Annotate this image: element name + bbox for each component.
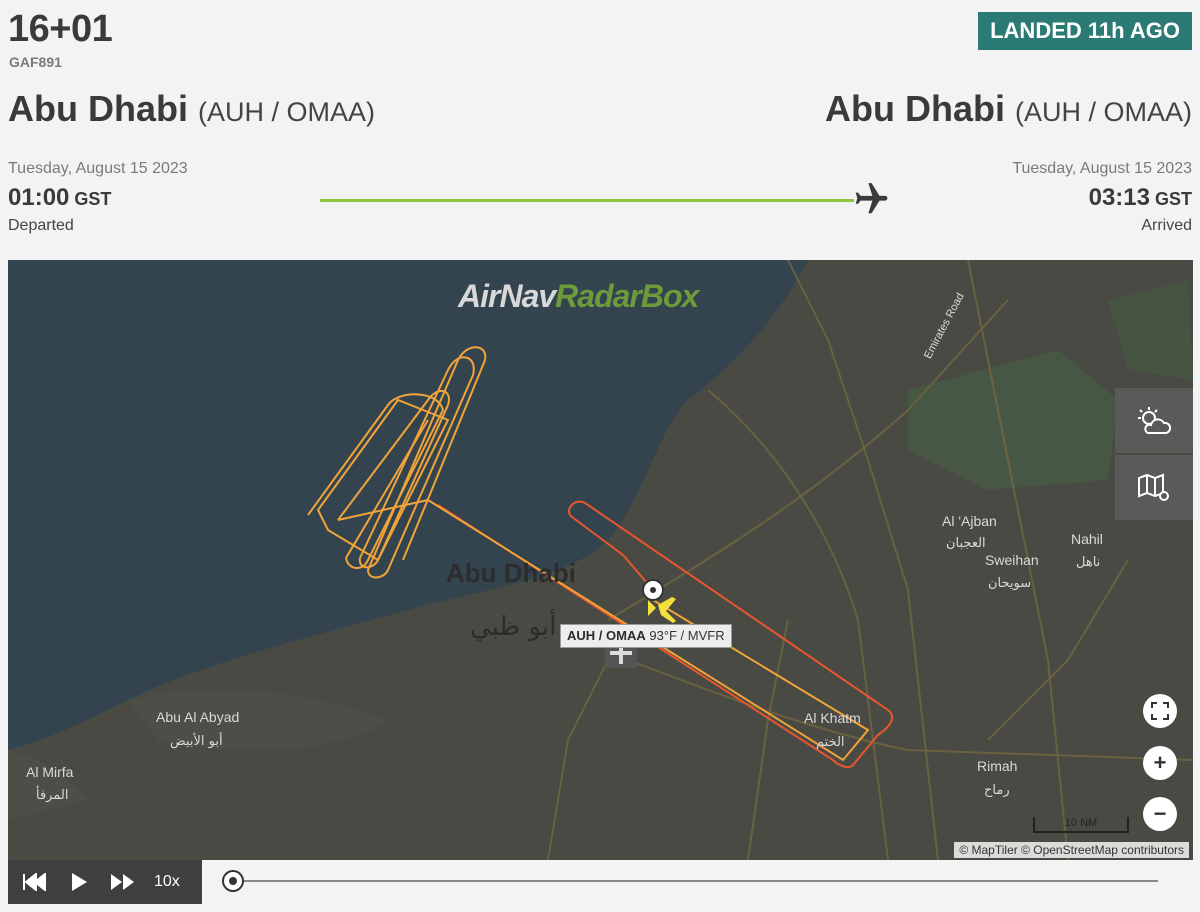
arrival-code: (AUH / OMAA) xyxy=(1014,97,1192,127)
airport-tag-weather: 93°F / MVFR xyxy=(649,628,725,643)
city-label-nahil: Nahil xyxy=(1071,531,1103,547)
playback-timeline[interactable] xyxy=(233,880,1158,882)
map-scale: 10 NM xyxy=(1033,817,1129,833)
playback-controls: 10x xyxy=(8,860,202,904)
city-label-al-mirfa: Al Mirfa xyxy=(26,764,74,780)
city-label-rimah-ar: رماح xyxy=(984,783,1010,798)
island xyxy=(8,750,88,820)
city-label-sweihan-ar: سويحان xyxy=(988,576,1032,591)
departure-timezone: GST xyxy=(74,189,112,209)
arrival-city: Abu Dhabi xyxy=(825,88,1005,129)
location-pin-dot xyxy=(650,587,656,593)
arrival-time-value: 03:13 xyxy=(1088,184,1150,211)
city-label-al-khatm-ar: الختم xyxy=(816,735,845,750)
city-label-sweihan: Sweihan xyxy=(985,552,1039,568)
status-badge: LANDED 11h AGO xyxy=(978,12,1192,50)
playback-bar: 10x xyxy=(8,860,1193,904)
city-label-rimah: Rimah xyxy=(977,758,1018,774)
play-icon xyxy=(72,873,87,891)
flight-number: 16+01 xyxy=(8,8,113,50)
park-area xyxy=(1108,280,1193,380)
city-label-al-ajban-ar: العجبان xyxy=(946,536,986,551)
logo-airnav: AirNav xyxy=(458,278,556,314)
map-attribution[interactable]: © MapTiler © OpenStreetMap contributors xyxy=(954,842,1189,858)
city-label-abu-dhabi-ar: أبو ظبي xyxy=(470,612,557,642)
rewind-button[interactable] xyxy=(18,865,52,899)
arrival-date: Tuesday, August 15 2023 xyxy=(1012,160,1192,177)
weather-icon xyxy=(1138,406,1172,434)
map-layers-icon xyxy=(1138,473,1169,501)
radarbox-logo: AirNavRadarBox xyxy=(458,278,699,315)
flight-progress-bar xyxy=(320,199,854,202)
fast-forward-button[interactable] xyxy=(106,865,140,899)
departure-time: 01:00 GST xyxy=(8,184,111,212)
flight-callsign: GAF891 xyxy=(9,54,62,70)
logo-radarbox: RadarBox xyxy=(555,278,699,314)
zoom-out-button[interactable]: − xyxy=(1143,797,1177,831)
play-button[interactable] xyxy=(62,865,96,899)
airport-tag-code: AUH / OMAA xyxy=(567,628,646,643)
departure-airport[interactable]: Abu Dhabi (AUH / OMAA) xyxy=(8,88,375,130)
rewind-icon xyxy=(23,873,46,891)
fullscreen-icon xyxy=(1151,702,1169,720)
playback-speed[interactable]: 10x xyxy=(154,873,180,891)
fast-forward-icon xyxy=(111,874,134,890)
zoom-in-button[interactable]: + xyxy=(1143,746,1177,780)
timeline-knob[interactable] xyxy=(222,870,244,892)
departure-code: (AUH / OMAA) xyxy=(197,97,375,127)
arrival-status: Arrived xyxy=(1141,217,1192,234)
city-label-al-khatm: Al Khatm xyxy=(804,710,861,726)
city-label-abu-al-abyad: Abu Al Abyad xyxy=(156,709,240,725)
departure-status: Departed xyxy=(8,217,74,234)
departure-time-value: 01:00 xyxy=(8,184,70,211)
city-label-nahil-ar: ناهل xyxy=(1076,555,1101,570)
city-label-al-mirfa-ar: المرفأ xyxy=(36,788,69,803)
arrival-timezone: GST xyxy=(1154,189,1192,209)
flight-map[interactable]: AirNavRadarBox Emirates Road Abu Dhabi أ… xyxy=(8,260,1193,860)
airport-tag[interactable]: AUH / OMAA 93°F / MVFR xyxy=(560,624,732,648)
departure-city: Abu Dhabi xyxy=(8,88,188,129)
park-area xyxy=(908,350,1118,490)
zoom-in-icon: + xyxy=(1153,750,1167,775)
airplane-icon xyxy=(855,183,888,214)
weather-button[interactable] xyxy=(1115,388,1193,454)
fullscreen-button[interactable] xyxy=(1143,694,1177,728)
zoom-out-icon: − xyxy=(1153,801,1167,826)
arrival-time: 03:13 GST xyxy=(1089,184,1192,212)
city-label-al-ajban: Al 'Ajban xyxy=(942,513,997,529)
map-layers-button[interactable] xyxy=(1115,455,1193,521)
departure-date: Tuesday, August 15 2023 xyxy=(8,160,188,177)
arrival-airport[interactable]: Abu Dhabi (AUH / OMAA) xyxy=(825,88,1192,130)
city-label-abu-al-abyad-ar: أبو الأبيض xyxy=(170,734,223,749)
city-label-abu-dhabi: Abu Dhabi xyxy=(446,558,576,588)
